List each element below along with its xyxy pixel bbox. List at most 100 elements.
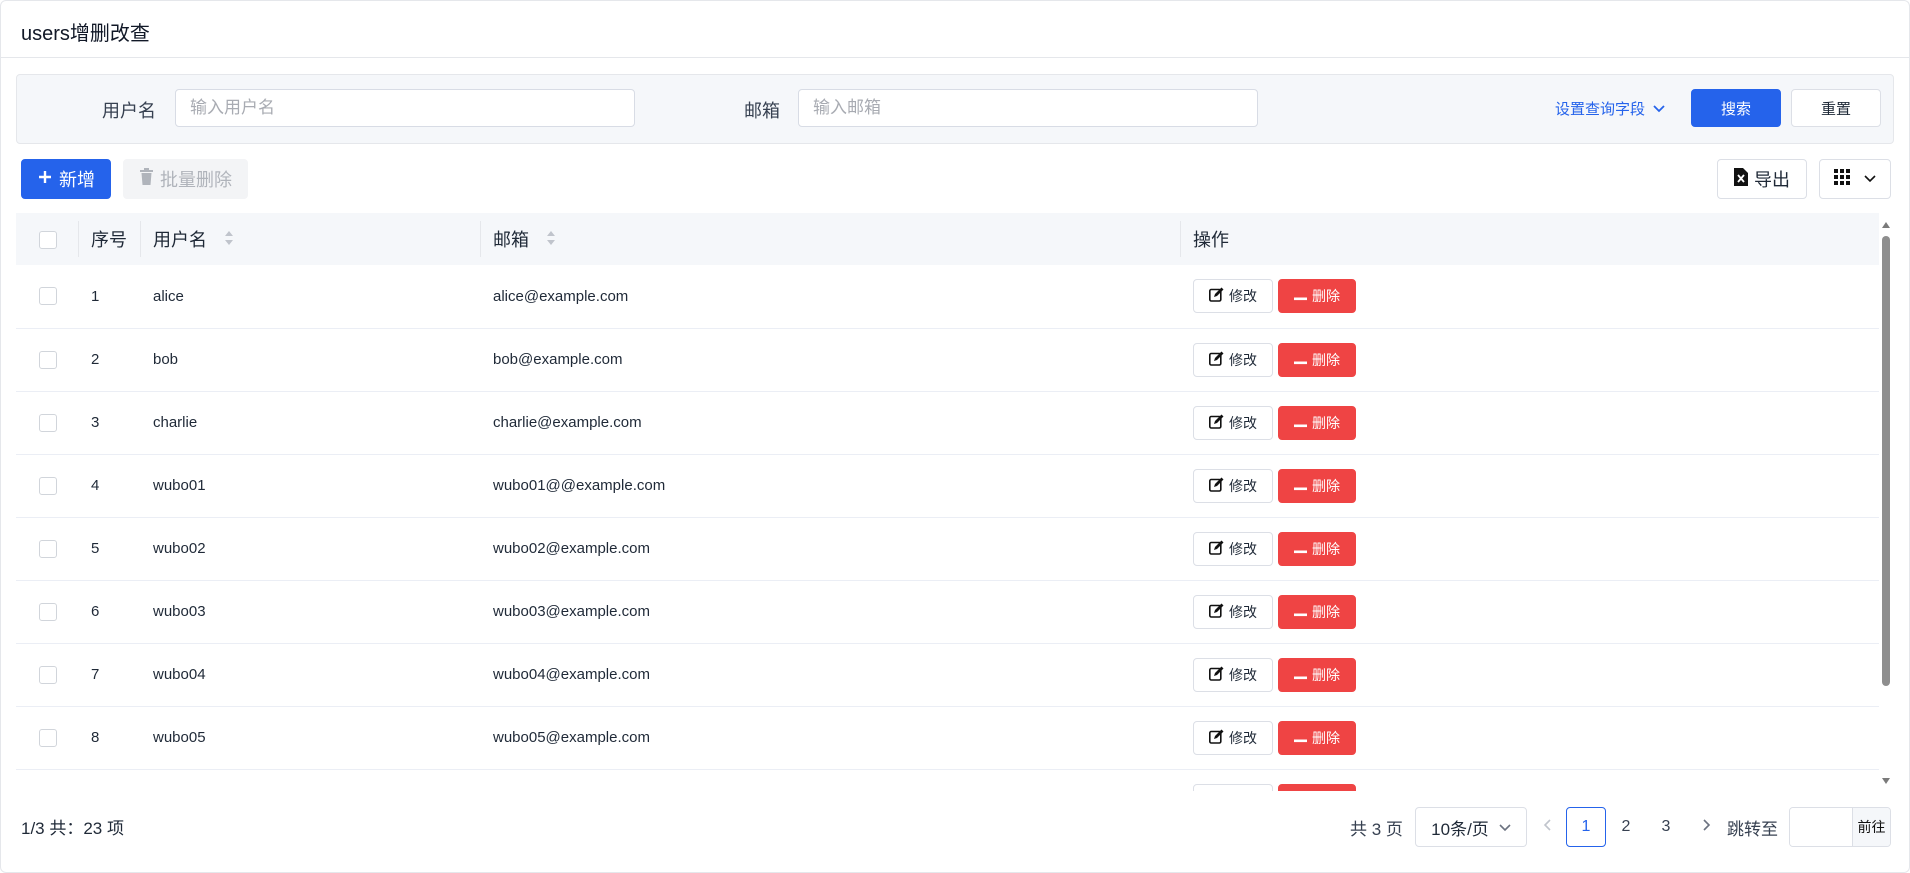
set-query-fields-toggle[interactable]: 设置查询字段 [1555, 98, 1665, 119]
table-row: 6 wubo03 wubo03@example.com 修改 删除 [16, 580, 1879, 643]
row-select-cell [16, 580, 79, 643]
row-checkbox[interactable] [38, 413, 57, 432]
sort-icon[interactable] [546, 229, 556, 252]
edit-button[interactable]: 修改 [1193, 468, 1273, 503]
delete-button[interactable] [1278, 783, 1356, 791]
go-button[interactable]: 前往 [1852, 808, 1890, 846]
delete-button[interactable]: 删除 [1278, 720, 1356, 755]
edit-button[interactable]: 修改 [1193, 657, 1273, 692]
row-checkbox[interactable] [38, 665, 57, 684]
row-index: 7 [91, 666, 100, 683]
reset-button[interactable]: 重置 [1791, 89, 1881, 127]
column-header-index: 序号 [91, 230, 127, 250]
row-username: alice [153, 287, 184, 305]
delete-button-label: 删除 [1312, 351, 1340, 368]
page-button-2[interactable]: 2 [1606, 807, 1646, 847]
add-button[interactable]: 新增 [21, 159, 111, 199]
chevron-down-icon [1653, 100, 1665, 117]
delete-button-label: 删除 [1312, 729, 1340, 746]
table-row-clipped [16, 769, 1879, 791]
table-row: 2 bob bob@example.com 修改 删除 [16, 328, 1879, 391]
trash-icon [139, 168, 154, 190]
delete-button[interactable]: 删除 [1278, 342, 1356, 377]
row-checkbox[interactable] [38, 476, 57, 495]
next-page-button[interactable] [1687, 807, 1727, 847]
minus-icon [1294, 288, 1307, 304]
row-checkbox[interactable] [38, 728, 57, 747]
page-size-select[interactable]: 10条/页 [1415, 807, 1527, 847]
export-button[interactable]: 导出 [1717, 159, 1807, 199]
edit-button[interactable]: 修改 [1193, 720, 1273, 755]
row-checkbox[interactable] [38, 350, 57, 369]
scrollbar-thumb[interactable] [1882, 236, 1890, 686]
row-index: 1 [91, 287, 100, 305]
username-input[interactable] [175, 89, 635, 127]
row-email: wubo01@@example.com [493, 477, 666, 494]
minus-icon [1294, 415, 1307, 431]
edit-icon [1209, 540, 1224, 558]
edit-button[interactable]: 修改 [1193, 594, 1273, 629]
row-actions: 修改 删除 [1181, 265, 1879, 328]
edit-button[interactable]: 修改 [1193, 342, 1273, 377]
select-all-checkbox[interactable] [38, 230, 57, 249]
set-query-fields-label: 设置查询字段 [1555, 101, 1646, 118]
row-checkbox[interactable] [38, 287, 57, 306]
search-button[interactable]: 搜索 [1691, 89, 1781, 127]
edit-button-label: 修改 [1229, 414, 1257, 431]
jump-page-input[interactable] [1790, 808, 1852, 846]
table-row: 7 wubo04 wubo04@example.com 修改 删除 [16, 643, 1879, 706]
edit-button-label: 修改 [1229, 666, 1257, 683]
delete-button-label: 删除 [1312, 540, 1340, 557]
header-actions: 操作 [1181, 213, 1879, 265]
username-label: 用户名 [102, 101, 156, 121]
export-label: 导出 [1754, 170, 1790, 190]
batch-delete-button[interactable]: 批量删除 [123, 159, 248, 199]
row-actions: 修改 删除 [1181, 391, 1879, 454]
scroll-up-arrow-icon[interactable] [1882, 222, 1890, 228]
sort-icon[interactable] [224, 229, 234, 252]
delete-button[interactable]: 删除 [1278, 279, 1356, 314]
row-index: 3 [91, 414, 100, 431]
row-username: wubo02 [153, 540, 206, 557]
row-email: wubo02@example.com [493, 540, 650, 557]
minus-icon [1294, 730, 1307, 746]
edit-button[interactable] [1193, 783, 1273, 791]
page-button-1[interactable]: 1 [1566, 807, 1606, 847]
column-header-email: 邮箱 [493, 229, 529, 250]
header-email[interactable]: 邮箱 [481, 213, 1181, 265]
row-index: 2 [91, 351, 100, 368]
delete-button-label: 删除 [1312, 603, 1340, 620]
column-settings-dropdown[interactable] [1819, 159, 1891, 199]
table-row: 8 wubo05 wubo05@example.com 修改 删除 [16, 706, 1879, 769]
page-header: users增删改查 [1, 1, 1909, 58]
delete-button-label: 删除 [1312, 288, 1340, 305]
table-scrollbar[interactable] [1880, 218, 1892, 788]
prev-page-button[interactable] [1527, 807, 1567, 847]
grid-icon [1834, 168, 1850, 190]
total-pages: 共 3 页 [1350, 819, 1403, 839]
edit-button-label: 修改 [1229, 351, 1257, 368]
delete-button[interactable]: 删除 [1278, 657, 1356, 692]
header-username[interactable]: 用户名 [141, 213, 481, 265]
delete-button[interactable]: 删除 [1278, 468, 1356, 503]
scroll-down-arrow-icon[interactable] [1882, 778, 1890, 784]
email-label: 邮箱 [744, 101, 780, 121]
email-input[interactable] [798, 89, 1258, 127]
plus-icon [37, 169, 53, 190]
row-checkbox[interactable] [38, 602, 57, 621]
delete-button[interactable]: 删除 [1278, 594, 1356, 629]
edit-button-label: 修改 [1229, 288, 1257, 305]
edit-button[interactable]: 修改 [1193, 279, 1273, 314]
delete-button[interactable]: 删除 [1278, 405, 1356, 440]
page-button-3[interactable]: 3 [1646, 807, 1686, 847]
row-checkbox[interactable] [38, 539, 57, 558]
pagination-summary: 1/3 共：23 项 [21, 819, 124, 838]
edit-button[interactable]: 修改 [1193, 531, 1273, 566]
row-index: 4 [91, 477, 100, 494]
delete-button[interactable]: 删除 [1278, 531, 1356, 566]
table-row: 5 wubo02 wubo02@example.com 修改 删除 [16, 517, 1879, 580]
row-actions: 修改 删除 [1181, 706, 1879, 769]
row-username: wubo04 [153, 666, 206, 683]
batch-delete-label: 批量删除 [160, 170, 232, 190]
edit-button[interactable]: 修改 [1193, 405, 1273, 440]
